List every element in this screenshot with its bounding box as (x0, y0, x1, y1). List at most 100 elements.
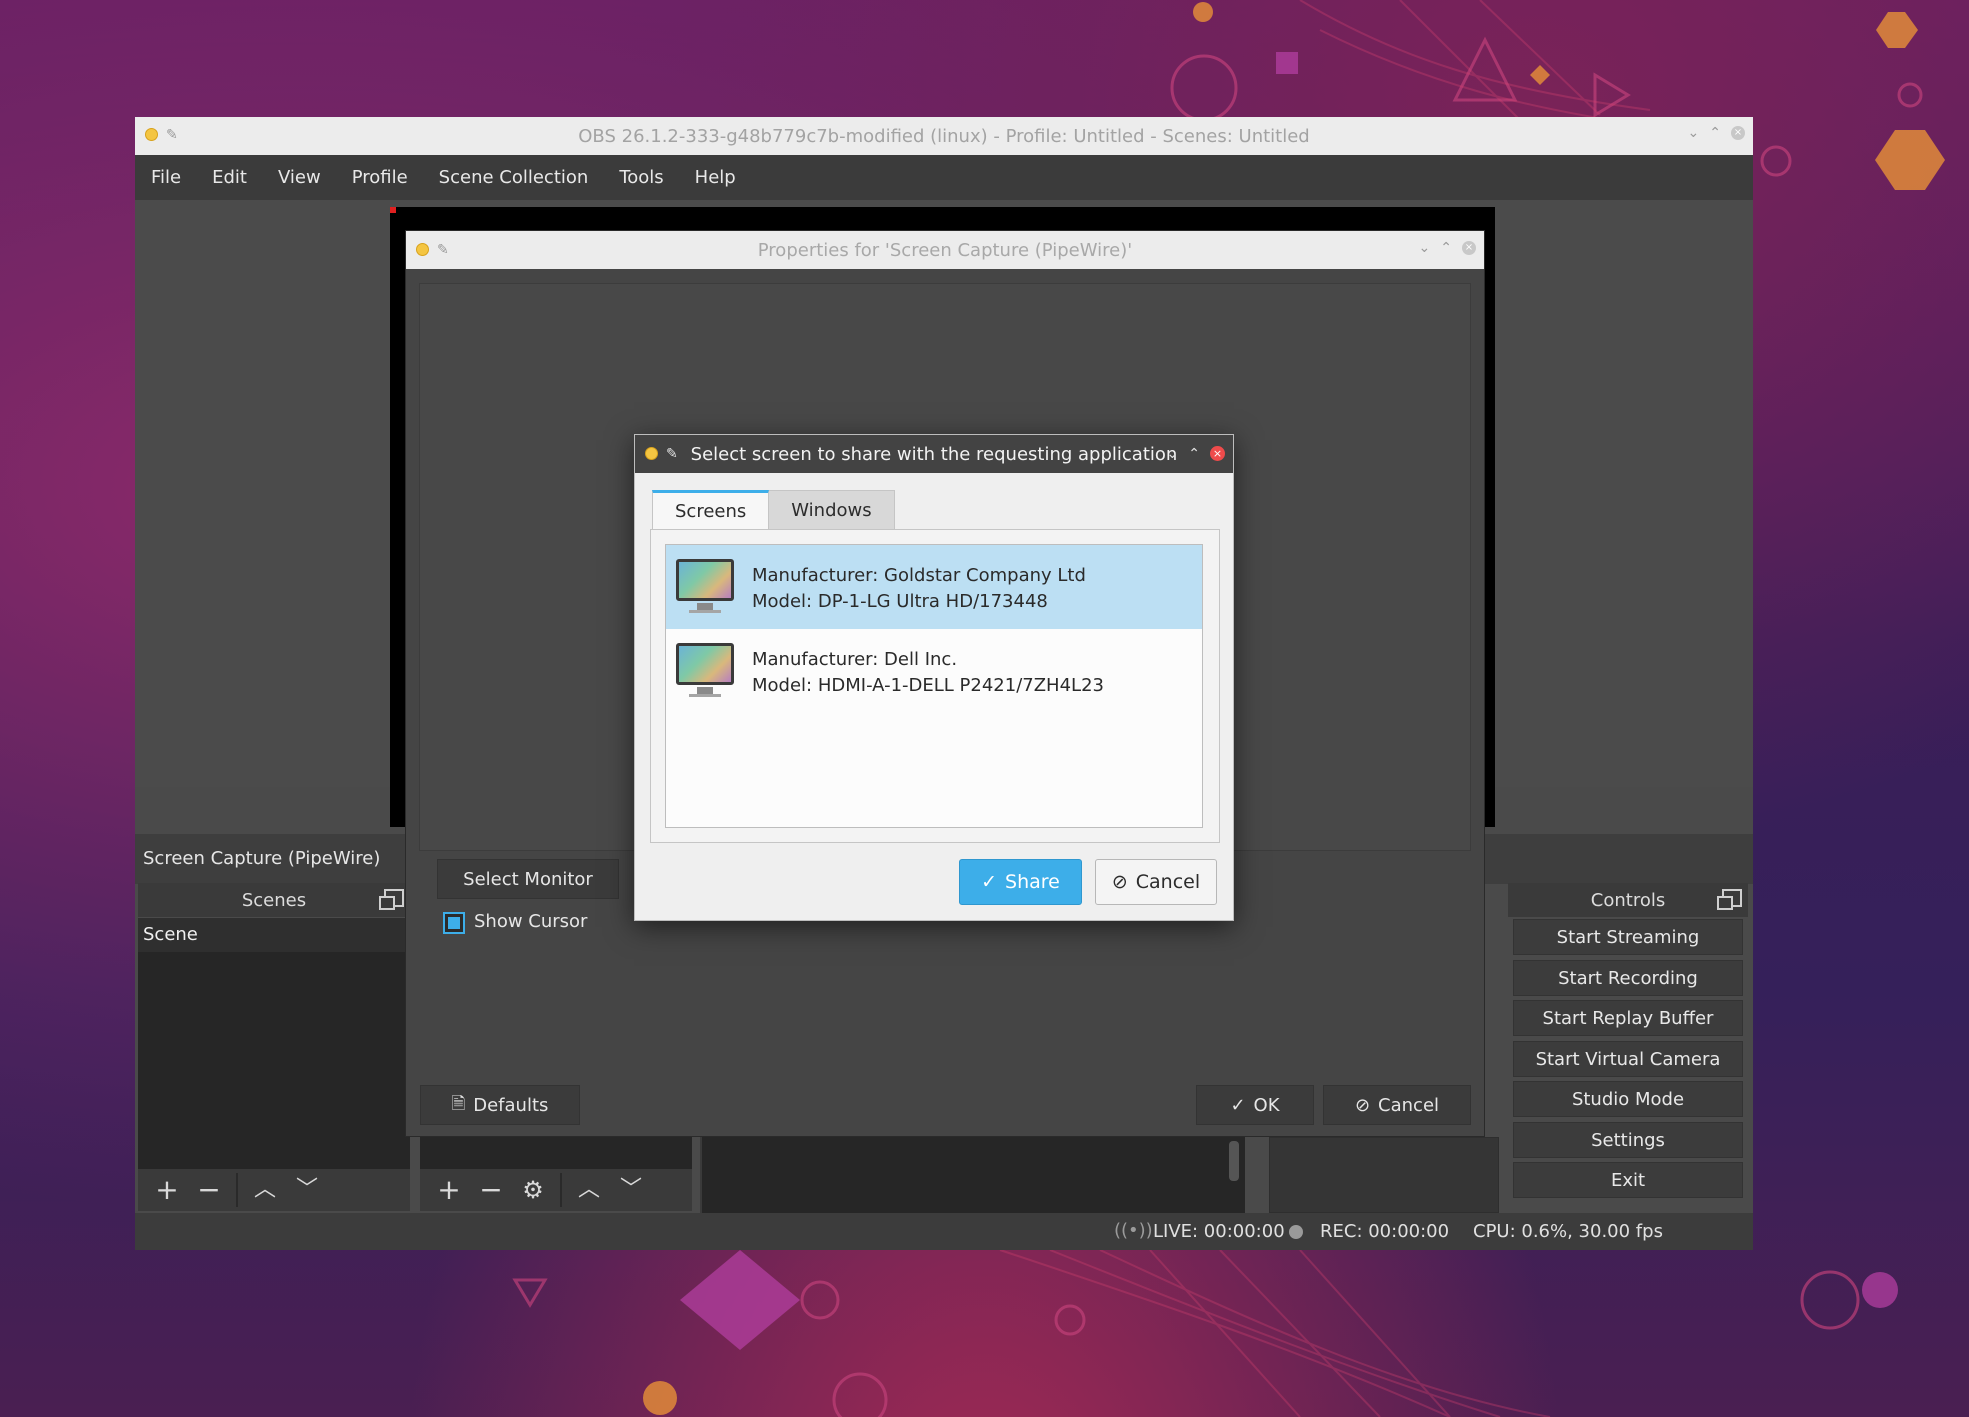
defaults-button[interactable]: 🗎 Defaults (420, 1085, 580, 1125)
screen-info: Manufacturer: Dell Inc. Model: HDMI-A-1-… (752, 647, 1104, 699)
titlebar-right-icons: ⌄ ⌃ × (1688, 126, 1745, 140)
maximize-icon[interactable]: ⌃ (1440, 241, 1452, 255)
obs-app-icon (416, 243, 429, 256)
gear-icon[interactable]: ⚙ (512, 1169, 554, 1211)
portal-title: Select screen to share with the requesti… (690, 443, 1178, 465)
start-recording-button[interactable]: Start Recording (1513, 960, 1743, 996)
screen-manufacturer: Manufacturer: Dell Inc. (752, 649, 958, 670)
main-window-title: OBS 26.1.2-333-g48b779c7b-modified (linu… (578, 125, 1310, 147)
scenes-dock-title: Scenes (138, 883, 410, 917)
properties-title: Properties for 'Screen Capture (PipeWire… (757, 239, 1133, 261)
sources-toolbar: + − ⚙ ︿ ﹀ (420, 1169, 692, 1211)
share-button[interactable]: ✓ Share (959, 859, 1082, 905)
start-virtual-camera-button[interactable]: Start Virtual Camera (1513, 1041, 1743, 1077)
minimize-icon[interactable]: ⌄ (1419, 241, 1431, 255)
maximize-icon[interactable]: ⌃ (1709, 126, 1721, 140)
tab-content: Manufacturer: Goldstar Company Ltd Model… (650, 529, 1220, 843)
preview-selection-handle[interactable] (390, 207, 396, 213)
live-indicator-icon: ((•)) (1114, 1220, 1153, 1241)
titlebar-left-icons: ✎ (645, 447, 678, 461)
remove-icon[interactable]: − (188, 1169, 230, 1211)
pin-icon[interactable]: ✎ (666, 447, 678, 461)
close-icon[interactable]: × (1462, 241, 1476, 255)
titlebar-left-icons: ✎ (416, 243, 449, 257)
minimize-icon[interactable]: ⌄ (1688, 126, 1700, 140)
undock-icon[interactable] (379, 889, 404, 910)
screen-manufacturer: Manufacturer: Goldstar Company Ltd (752, 565, 1086, 586)
tab-screens[interactable]: Screens (652, 490, 770, 530)
undock-icon[interactable] (1717, 889, 1742, 910)
checkmark-icon: ✓ (1230, 1094, 1246, 1116)
menu-profile[interactable]: Profile (352, 167, 408, 188)
start-replay-buffer-button[interactable]: Start Replay Buffer (1513, 1000, 1743, 1036)
titlebar-left-icons: ✎ (145, 128, 178, 142)
screen-share-dialog: ✎ Select screen to share with the reques… (634, 434, 1234, 921)
tab-windows[interactable]: Windows (769, 490, 895, 530)
select-monitor-label: Select Monitor (463, 868, 593, 890)
monitor-icon (676, 643, 734, 685)
scenes-list[interactable]: Scene (138, 918, 410, 1172)
portal-titlebar[interactable]: ✎ Select screen to share with the reques… (635, 435, 1233, 473)
monitor-base (689, 610, 721, 613)
studio-mode-button[interactable]: Studio Mode (1513, 1081, 1743, 1117)
main-titlebar[interactable]: ✎ OBS 26.1.2-333-g48b779c7b-modified (li… (135, 117, 1753, 155)
show-cursor-checkbox[interactable] (443, 912, 465, 934)
move-down-icon[interactable]: ﹀ (610, 1169, 652, 1211)
select-monitor-button[interactable]: Select Monitor (437, 859, 619, 899)
titlebar-right-icons: ⌄ ⌃ × (1167, 446, 1225, 461)
rec-indicator-icon (1289, 1225, 1303, 1239)
cancel-icon: ⊘ (1111, 871, 1128, 893)
screen-item[interactable]: Manufacturer: Dell Inc. Model: HDMI-A-1-… (666, 629, 1202, 713)
screen-info: Manufacturer: Goldstar Company Ltd Model… (752, 563, 1086, 615)
remove-source-icon[interactable]: − (470, 1169, 512, 1211)
controls-dock-title: Controls (1508, 883, 1748, 917)
start-streaming-button[interactable]: Start Streaming (1513, 919, 1743, 955)
menu-tools[interactable]: Tools (619, 167, 663, 188)
document-icon: 🗎 (451, 1093, 466, 1114)
scene-item[interactable]: Scene (138, 918, 410, 952)
menu-bar: File Edit View Profile Scene Collection … (135, 155, 1753, 200)
pin-icon[interactable]: ✎ (166, 128, 178, 142)
cpu-status: CPU: 0.6%, 30.00 fps (1473, 1221, 1663, 1242)
close-icon[interactable]: × (1731, 126, 1745, 140)
checkmark-icon: ✓ (981, 871, 998, 893)
monitor-base (689, 694, 721, 697)
cancel-button[interactable]: ⊘ Cancel (1323, 1085, 1471, 1125)
add-icon[interactable]: + (146, 1169, 188, 1211)
tab-bar: Screens Windows (652, 490, 895, 530)
menu-edit[interactable]: Edit (212, 167, 247, 188)
screen-model: Model: DP-1-LG Ultra HD/173448 (752, 591, 1048, 612)
sources-list[interactable] (420, 1137, 692, 1171)
properties-titlebar[interactable]: ✎ Properties for 'Screen Capture (PipeWi… (406, 231, 1484, 269)
toolbar-divider (560, 1173, 562, 1207)
settings-button[interactable]: Settings (1513, 1122, 1743, 1158)
move-up-icon[interactable]: ︿ (568, 1169, 610, 1211)
menu-help[interactable]: Help (695, 167, 736, 188)
ok-label: OK (1253, 1094, 1280, 1116)
exit-button[interactable]: Exit (1513, 1162, 1743, 1198)
pin-icon[interactable]: ✎ (437, 243, 449, 257)
maximize-icon[interactable]: ⌃ (1188, 447, 1200, 461)
obs-app-icon (145, 128, 158, 141)
move-up-icon[interactable]: ︿ (244, 1169, 286, 1211)
menu-scene-collection[interactable]: Scene Collection (439, 167, 589, 188)
toolbar-divider (236, 1173, 238, 1207)
screen-model: Model: HDMI-A-1-DELL P2421/7ZH4L23 (752, 675, 1104, 696)
screen-list[interactable]: Manufacturer: Goldstar Company Ltd Model… (665, 544, 1203, 828)
move-down-icon[interactable]: ﹀ (286, 1169, 328, 1211)
scenes-title: Scenes (241, 889, 307, 911)
menu-view[interactable]: View (278, 167, 321, 188)
rec-status: REC: 00:00:00 (1320, 1221, 1450, 1242)
close-icon[interactable]: × (1210, 446, 1225, 461)
portal-cancel-button[interactable]: ⊘ Cancel (1095, 859, 1217, 905)
menu-file[interactable]: File (151, 167, 181, 188)
add-source-icon[interactable]: + (428, 1169, 470, 1211)
mixer-scrollbar[interactable] (1229, 1141, 1239, 1181)
ok-button[interactable]: ✓ OK (1196, 1085, 1314, 1125)
controls-title: Controls (1590, 889, 1666, 911)
screen-item[interactable]: Manufacturer: Goldstar Company Ltd Model… (666, 545, 1202, 629)
show-cursor-label: Show Cursor (474, 911, 588, 932)
cancel-icon: ⊘ (1354, 1094, 1371, 1116)
cancel-label: Cancel (1378, 1094, 1440, 1116)
minimize-icon[interactable]: ⌄ (1167, 447, 1179, 461)
